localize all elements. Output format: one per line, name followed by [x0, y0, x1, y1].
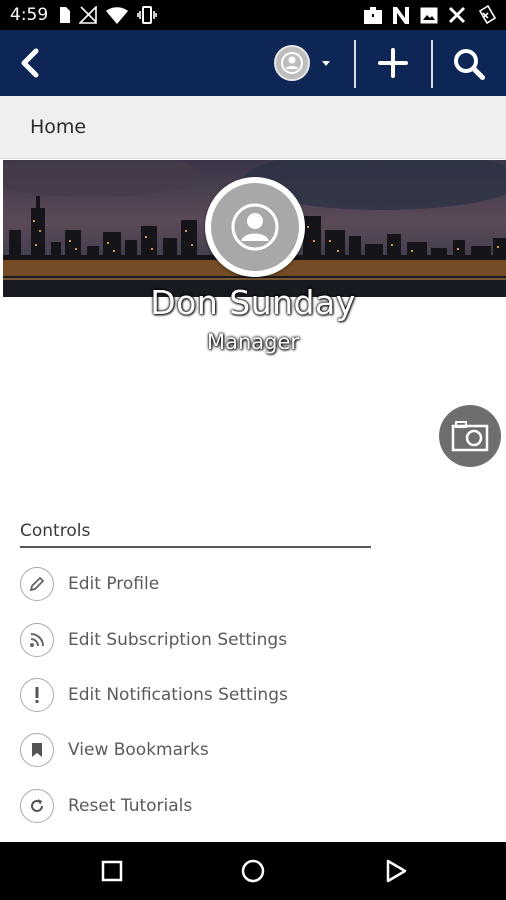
edit-profile-label: Edit Profile [68, 574, 160, 594]
system-back-button[interactable] [383, 858, 409, 884]
reset-tutorials-item[interactable]: Reset Tutorials [20, 787, 440, 825]
search-button[interactable] [450, 45, 488, 83]
edit-subscription-settings-label: Edit Subscription Settings [68, 630, 288, 650]
status-time: 4:59 [10, 5, 49, 25]
home-circle-icon [241, 859, 265, 883]
search-icon [454, 49, 485, 80]
n-app-icon [393, 6, 409, 24]
profile-name: Don Sunday [150, 283, 356, 322]
back-triangle-icon [386, 859, 407, 883]
app-bar [0, 30, 506, 96]
reset-tutorials-label: Reset Tutorials [68, 796, 193, 816]
profile-avatar[interactable] [205, 177, 305, 277]
status-bar: 4:59 [0, 0, 506, 30]
profile-role: Manager [206, 330, 300, 354]
image-icon [420, 7, 438, 23]
back-chevron-icon [21, 48, 39, 78]
user-placeholder-icon [231, 203, 279, 251]
tools-icon [448, 6, 466, 24]
view-bookmarks-item[interactable]: View Bookmarks [20, 731, 440, 769]
controls-heading: Controls [20, 521, 91, 541]
bookmark-icon [20, 733, 54, 767]
controls-divider [20, 546, 371, 548]
edit-notifications-settings-item[interactable]: Edit Notifications Settings [20, 676, 440, 714]
account-menu-button[interactable] [274, 43, 340, 83]
home-button[interactable] [240, 858, 266, 884]
edit-notifications-settings-label: Edit Notifications Settings [68, 685, 288, 705]
briefcase-icon [364, 6, 382, 24]
back-button[interactable] [14, 46, 48, 80]
exclamation-icon [20, 678, 54, 712]
breadcrumb: Home [0, 96, 506, 159]
refresh-icon [20, 789, 54, 823]
dropdown-caret-icon [322, 60, 330, 66]
view-bookmarks-label: View Bookmarks [68, 740, 209, 760]
status-right-icons [364, 5, 496, 25]
app-bar-divider [431, 40, 433, 88]
breadcrumb-home[interactable]: Home [30, 116, 86, 138]
plus-icon [378, 48, 408, 78]
sd-card-icon [60, 7, 71, 23]
recents-button[interactable] [99, 858, 125, 884]
no-signal-icon [79, 6, 97, 24]
system-nav-bar [0, 842, 506, 900]
status-left-icons [58, 6, 157, 24]
change-photo-button[interactable] [439, 405, 501, 467]
add-button[interactable] [376, 46, 410, 80]
vibrate-icon [137, 6, 157, 24]
battery-icon [478, 5, 496, 25]
account-avatar-icon [274, 45, 310, 81]
camera-icon [451, 421, 489, 452]
rss-icon [20, 623, 54, 657]
edit-profile-item[interactable]: Edit Profile [20, 565, 440, 603]
app-bar-divider [354, 40, 356, 88]
wifi-icon [106, 6, 129, 24]
pencil-icon [20, 567, 54, 601]
edit-subscription-settings-item[interactable]: Edit Subscription Settings [20, 621, 440, 659]
recents-square-icon [101, 860, 123, 882]
